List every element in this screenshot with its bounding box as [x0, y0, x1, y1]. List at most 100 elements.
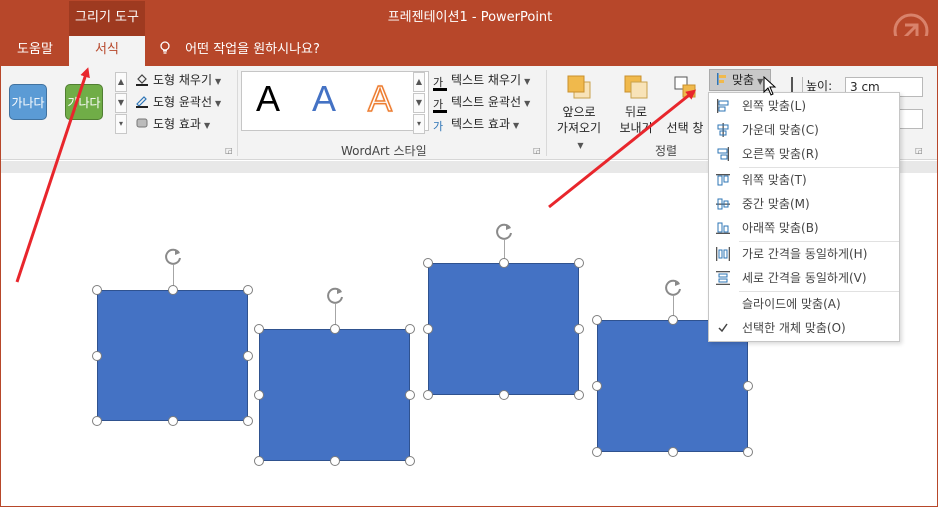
menu-item-align-bottom[interactable]: 아래쪽 맞춤(B)	[709, 216, 899, 240]
resize-handle[interactable]	[92, 350, 102, 361]
resize-handle[interactable]	[405, 324, 415, 334]
shape-outline-button[interactable]: 도형 윤곽선 ▼	[135, 92, 221, 112]
chevron-down-icon: ▼	[513, 121, 520, 130]
text-outline-button[interactable]: 가 텍스트 윤곽선 ▼	[433, 92, 530, 113]
menu-item-align-to-slide[interactable]: 슬라이드에 맞춤(A)	[709, 292, 899, 316]
text-outline-label: 텍스트 윤곽선	[451, 95, 522, 109]
tab-help[interactable]: 도움말	[1, 36, 69, 66]
selection-pane-button[interactable]: 선택 창	[665, 74, 705, 136]
resize-handle[interactable]	[243, 416, 253, 426]
shape-effects-icon	[135, 116, 149, 130]
lightbulb-icon	[159, 36, 171, 64]
resize-handle[interactable]	[498, 258, 509, 268]
resize-handle[interactable]	[423, 258, 433, 268]
menu-item-distribute-horizontal[interactable]: 가로 간격을 동일하게(H)	[709, 242, 899, 266]
blue-rectangle-shape[interactable]	[97, 290, 248, 421]
rotate-handle-icon[interactable]	[493, 220, 515, 242]
resize-handle[interactable]	[405, 456, 415, 466]
height-label: 높이:	[806, 79, 833, 93]
tab-format[interactable]: 서식	[69, 36, 145, 66]
wordart-style-orange-outline[interactable]: A	[367, 77, 393, 120]
resize-handle[interactable]	[423, 390, 433, 400]
wordart-scroll-down-button[interactable]: ▼	[413, 93, 425, 113]
paint-bucket-icon	[135, 72, 149, 86]
title-bar: 프레젠테이션1 - PowerPoint 그리기 도구	[1, 1, 937, 49]
resize-handle[interactable]	[243, 350, 253, 361]
resize-handle[interactable]	[167, 416, 178, 426]
text-effects-button[interactable]: 가 텍스트 효과 ▼	[433, 114, 519, 134]
menu-item-align-selected-objects[interactable]: 선택한 개체 맞춤(O)	[709, 316, 899, 340]
blue-rectangle-shape[interactable]	[259, 329, 410, 461]
wordart-more-button[interactable]: ▾	[413, 114, 425, 134]
align-menu: 왼쪽 맞춤(L) 가운데 맞춤(C) 오른쪽 맞춤(R) 위쪽 맞춤(T) 중간…	[708, 92, 900, 342]
group-separator	[237, 70, 238, 156]
menu-item-align-center[interactable]: 가운데 맞춤(C)	[709, 118, 899, 142]
align-dropdown-button[interactable]: 맞춤 ▼	[709, 69, 771, 91]
text-fill-icon: 가	[433, 77, 447, 91]
resize-handle[interactable]	[743, 381, 753, 391]
rotate-handle-icon[interactable]	[324, 284, 346, 306]
shape-fill-button[interactable]: 도형 채우기 ▼	[135, 70, 221, 90]
selection-pane-icon	[674, 76, 696, 98]
resize-handle[interactable]	[743, 447, 753, 457]
tell-me-box[interactable]: 어떤 작업을 원하시나요?	[159, 36, 320, 66]
resize-handle[interactable]	[254, 324, 264, 334]
text-fill-button[interactable]: 가 텍스트 채우기 ▼	[433, 70, 531, 91]
gallery-scroll-down-button[interactable]: ▼	[115, 93, 127, 113]
resize-handle[interactable]	[423, 324, 433, 334]
resize-handle[interactable]	[667, 315, 678, 325]
gallery-scroll-up-button[interactable]: ▲	[115, 72, 127, 92]
resize-handle[interactable]	[254, 390, 264, 400]
rotate-handle-icon[interactable]	[162, 245, 184, 267]
group-separator	[546, 70, 547, 156]
size-launcher-icon[interactable]: ◲	[915, 146, 923, 155]
checkmark-icon	[718, 323, 728, 333]
shape-style-green-button[interactable]: 가나다	[65, 84, 103, 120]
resize-handle[interactable]	[574, 390, 584, 400]
wordart-scroll-up-button[interactable]: ▲	[413, 72, 425, 92]
align-top-icon	[716, 174, 730, 186]
shape-effects-button[interactable]: 도형 효과 ▼	[135, 114, 210, 134]
shape-styles-launcher-icon[interactable]: ◲	[225, 146, 233, 155]
chevron-down-icon: ▼	[203, 121, 211, 130]
menu-item-align-middle[interactable]: 중간 맞춤(M)	[709, 192, 899, 216]
menu-item-distribute-vertical[interactable]: 세로 간격을 동일하게(V)	[709, 266, 899, 290]
text-effects-icon: 가	[433, 120, 444, 133]
wordart-launcher-icon[interactable]: ◲	[533, 146, 541, 155]
resize-handle[interactable]	[592, 381, 602, 391]
resize-handle[interactable]	[592, 447, 602, 457]
chevron-down-icon: ▼	[524, 77, 531, 86]
blue-rectangle-shape[interactable]	[428, 263, 579, 395]
wordart-style-black[interactable]: A	[256, 78, 280, 120]
wordart-style-blue[interactable]: A	[312, 78, 336, 120]
mouse-pointer-icon	[763, 76, 777, 96]
bring-forward-icon	[567, 75, 591, 99]
align-bottom-icon	[716, 222, 730, 234]
resize-handle[interactable]	[329, 324, 340, 334]
resize-handle[interactable]	[167, 285, 178, 295]
resize-handle[interactable]	[92, 416, 102, 426]
resize-handle[interactable]	[667, 447, 678, 457]
menu-item-align-top[interactable]: 위쪽 맞춤(T)	[709, 168, 899, 192]
shape-style-blue-button[interactable]: 가나다	[9, 84, 47, 120]
resize-handle[interactable]	[329, 456, 340, 466]
menu-item-align-left[interactable]: 왼쪽 맞춤(L)	[709, 94, 899, 118]
resize-handle[interactable]	[254, 456, 264, 466]
send-backward-icon	[624, 75, 648, 99]
resize-handle[interactable]	[574, 258, 584, 268]
gallery-more-button[interactable]: ▾	[115, 114, 127, 134]
resize-handle[interactable]	[592, 315, 602, 325]
text-fill-label: 텍스트 채우기	[451, 73, 522, 87]
resize-handle[interactable]	[498, 390, 509, 400]
shape-fill-label: 도형 채우기	[153, 73, 213, 87]
send-backward-button[interactable]: 뒤로 보내기	[613, 74, 659, 136]
resize-handle[interactable]	[405, 390, 415, 400]
menu-item-align-right[interactable]: 오른쪽 맞춤(R)	[709, 142, 899, 166]
powerpoint-window: 프레젠테이션1 - PowerPoint 그리기 도구 도움말 서식 어떤 작업…	[0, 0, 938, 507]
bring-forward-button[interactable]: 앞으로 가져오기▼	[553, 74, 605, 154]
resize-handle[interactable]	[574, 324, 584, 334]
resize-handle[interactable]	[243, 285, 253, 295]
rotate-handle-icon[interactable]	[662, 276, 684, 298]
resize-handle[interactable]	[92, 285, 102, 295]
wordart-group-label: WordArt 스타일	[341, 144, 427, 158]
